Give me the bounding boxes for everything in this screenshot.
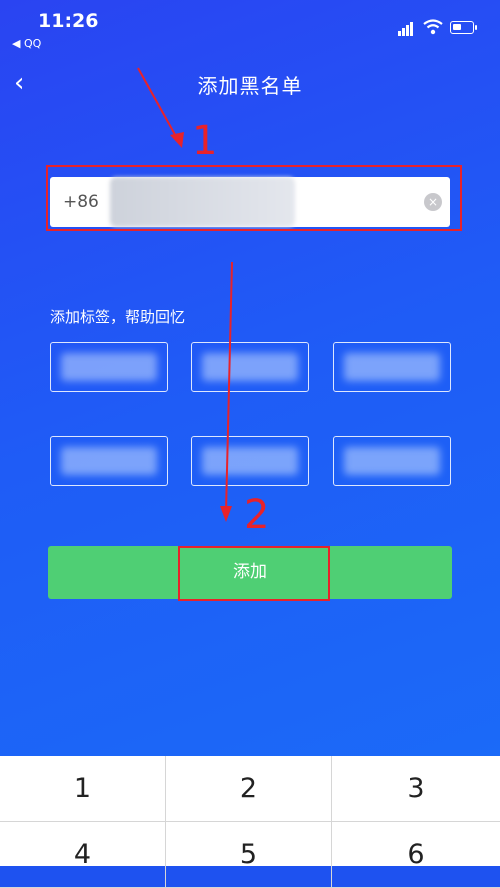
screen: 11:26 ◀ QQ ‹ 添加黑名单 +86 × 添加标签，帮助回忆 添加 1 …: [0, 0, 500, 888]
wifi-icon: [423, 19, 443, 35]
signal-icon: [398, 20, 414, 36]
status-bar: 11:26 ◀ QQ: [0, 0, 500, 60]
key-4[interactable]: 4: [0, 822, 166, 888]
tag-chip[interactable]: [333, 342, 451, 392]
tag-chip[interactable]: [191, 342, 309, 392]
status-time: 11:26: [38, 10, 99, 32]
tag-chip[interactable]: [333, 436, 451, 486]
numeric-keypad: 1 2 3 4 5 6: [0, 756, 500, 888]
battery-icon: [450, 21, 477, 34]
annotation-number-2: 2: [244, 492, 270, 538]
annotation-arrows: [137, 67, 233, 522]
tags-hint: 添加标签，帮助回忆: [50, 308, 186, 326]
key-1[interactable]: 1: [0, 756, 166, 822]
key-6[interactable]: 6: [332, 822, 500, 888]
tag-chip[interactable]: [50, 436, 168, 486]
key-3[interactable]: 3: [332, 756, 500, 822]
annotation-box-2: [178, 546, 330, 601]
key-2[interactable]: 2: [166, 756, 332, 822]
page-title: 添加黑名单: [197, 74, 303, 98]
back-to-app-link[interactable]: ◀ QQ: [12, 37, 41, 50]
key-5[interactable]: 5: [166, 822, 332, 888]
tag-chip[interactable]: [50, 342, 168, 392]
annotation-box-1: [46, 165, 462, 231]
tag-chip[interactable]: [191, 436, 309, 486]
annotation-number-1: 1: [192, 118, 218, 164]
